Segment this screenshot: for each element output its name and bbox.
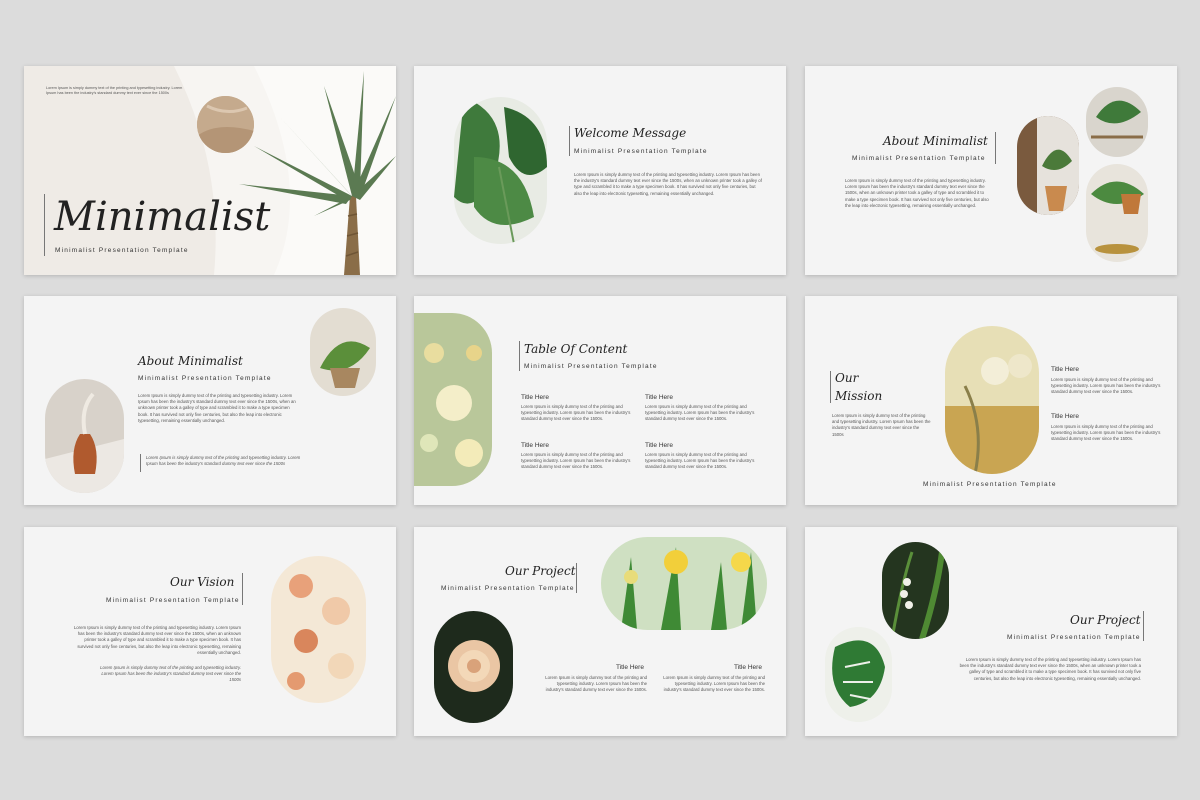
mission-item-1-body: Lorem Ipsum is simply dummy text of the …: [1051, 377, 1161, 395]
project1-item-1-body: Lorem Ipsum is simply dummy text of the …: [545, 675, 647, 693]
toc-item-3-body: Lorem Ipsum is simply dummy text of the …: [521, 452, 631, 470]
about2-title: About Minimalist: [138, 354, 243, 368]
about-body: Lorem Ipsum is simply dummy text of the …: [845, 178, 989, 208]
vision-quote: Lorem Ipsum is simply dummy text of the …: [100, 665, 241, 683]
vision-title: Our Vision: [170, 575, 235, 589]
slide-project-2[interactable]: Our Project Minimalist Presentation Temp…: [805, 527, 1177, 736]
about-title: About Minimalist: [883, 134, 988, 148]
mission-item-1-title: Title Here: [1051, 366, 1079, 373]
project1-title: Our Project: [505, 564, 576, 578]
toc-item-4-body: Lorem Ipsum is simply dummy text of the …: [645, 452, 755, 470]
project1-item-2-body: Lorem Ipsum is simply dummy text of the …: [663, 675, 765, 693]
slide-about-2[interactable]: About Minimalist Minimalist Presentation…: [24, 296, 396, 505]
plant-shelf-photo: [1086, 87, 1148, 157]
succulent-photo: [310, 308, 376, 396]
toc-subtitle: Minimalist Presentation Template: [524, 363, 658, 370]
cover-title: Minimalist: [54, 194, 271, 240]
toc-item-2-title: Title Here: [645, 394, 673, 401]
toc-title: Table Of Content: [524, 342, 628, 356]
welcome-title: Welcome Message: [574, 126, 687, 140]
toc-item-3-title: Title Here: [521, 442, 549, 449]
monstera-leaf-photo: [825, 627, 892, 722]
project1-item-2-title: Title Here: [734, 664, 762, 671]
project1-subtitle: Minimalist Presentation Template: [441, 585, 575, 592]
cover-subtitle: Minimalist Presentation Template: [55, 247, 189, 254]
mission-title-line2: Mission: [835, 389, 883, 403]
slide-about-1[interactable]: About Minimalist Minimalist Presentation…: [805, 66, 1177, 275]
slide-table-of-content[interactable]: Table Of Content Minimalist Presentation…: [414, 296, 786, 505]
toc-item-4-title: Title Here: [645, 442, 673, 449]
rose-photo: [434, 611, 513, 723]
title-divider: [44, 194, 45, 256]
mission-flower-photo: [945, 326, 1039, 474]
toc-item-1-body: Lorem Ipsum is simply dummy text of the …: [521, 404, 631, 422]
about-subtitle: Minimalist Presentation Template: [852, 155, 986, 162]
slide-project-1[interactable]: Our Project Minimalist Presentation Temp…: [414, 527, 786, 736]
mission-subtitle: Minimalist Presentation Template: [923, 481, 1057, 488]
about2-quote: Lorem Ipsum is simply dummy text of the …: [146, 455, 301, 467]
toc-item-1-title: Title Here: [521, 394, 549, 401]
slide-cover[interactable]: Lorem Ipsum is simply dummy text of the …: [24, 66, 396, 275]
about2-body: Lorem Ipsum is simply dummy text of the …: [138, 393, 296, 423]
daffodil-photo: [601, 537, 767, 630]
sand-photo: [197, 96, 254, 153]
mission-title-line1: Our: [835, 371, 859, 385]
slide-welcome[interactable]: Welcome Message Minimalist Presentation …: [414, 66, 786, 275]
plant-pot-photo: [1017, 116, 1079, 215]
flowers-photo: [414, 313, 492, 486]
mission-item-2-body: Lorem Ipsum is simply dummy text of the …: [1051, 424, 1161, 442]
about2-subtitle: Minimalist Presentation Template: [138, 375, 272, 382]
vision-flower-photo: [271, 556, 366, 703]
mission-item-2-title: Title Here: [1051, 413, 1079, 420]
vase-photo: [45, 379, 124, 493]
welcome-body: Lorem Ipsum is simply dummy text of the …: [574, 172, 762, 196]
project1-item-1-title: Title Here: [616, 664, 644, 671]
lily-photo: [882, 542, 949, 639]
slide-mission[interactable]: Our Mission Lorem Ipsum is simply dummy …: [805, 296, 1177, 505]
plant-bowl-photo: [1086, 164, 1148, 262]
welcome-subtitle: Minimalist Presentation Template: [574, 148, 708, 155]
vision-subtitle: Minimalist Presentation Template: [106, 597, 240, 604]
project2-title: Our Project: [1070, 613, 1141, 627]
cover-top-text: Lorem Ipsum is simply dummy text of the …: [46, 86, 183, 95]
slide-vision[interactable]: Our Vision Minimalist Presentation Templ…: [24, 527, 396, 736]
project2-body: Lorem Ipsum is simply dummy text of the …: [959, 657, 1141, 681]
mission-body: Lorem Ipsum is simply dummy text of the …: [832, 413, 931, 437]
cover-background-image: [24, 66, 396, 275]
toc-item-2-body: Lorem Ipsum is simply dummy text of the …: [645, 404, 755, 422]
monstera-photo: [454, 97, 547, 244]
project2-subtitle: Minimalist Presentation Template: [1007, 634, 1141, 641]
vision-body: Lorem Ipsum is simply dummy text of the …: [73, 625, 241, 655]
